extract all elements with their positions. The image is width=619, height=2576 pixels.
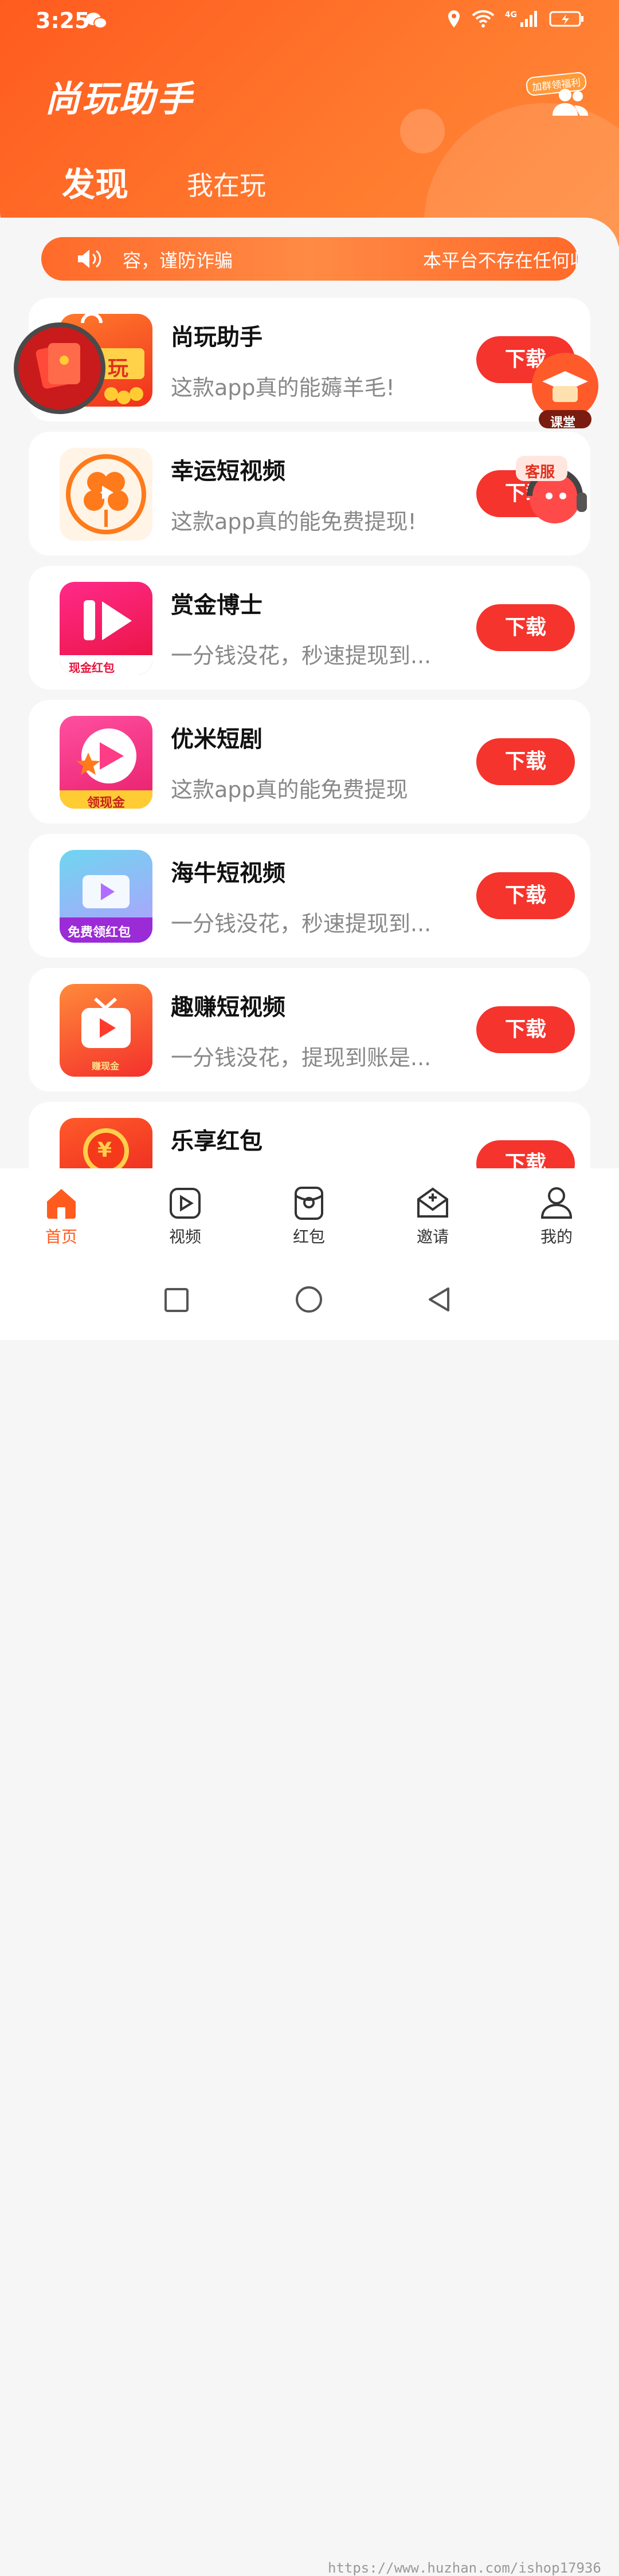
app-icon-label: 现金红包 <box>69 661 115 675</box>
download-button[interactable]: 下载 <box>476 738 575 785</box>
app-icon-youmi: 领现金 <box>60 716 152 809</box>
tab-invite-label: 邀请 <box>416 1227 449 1246</box>
invite-icon <box>417 1187 448 1218</box>
speaker-icon <box>78 250 101 268</box>
download-button[interactable]: 下载 <box>476 604 575 651</box>
app-desc: 一分钱没花，提现到账是... <box>171 1045 432 1070</box>
network-label: 4G <box>504 10 517 19</box>
app-desc: 这款app真的能薅羊毛! <box>171 375 395 400</box>
classroom-label: 课堂 <box>550 416 576 430</box>
tab-home-label: 首页 <box>45 1227 77 1246</box>
download-button[interactable]: 下载 <box>476 872 575 919</box>
app-icon-label: 赚现金 <box>92 1061 120 1072</box>
app-name: 赏金博士 <box>171 592 263 619</box>
app-icon-quzhuan: 赚现金 <box>60 984 152 1077</box>
tab-invite[interactable]: 邀请 <box>390 1185 476 1247</box>
back-nav-icon[interactable] <box>426 1286 452 1313</box>
watermark-text: https://www.huzhan.com/ishop17936 <box>328 2560 601 2576</box>
app-icon-hainiu: 免费领红包 <box>60 850 152 943</box>
notice-text-right: 本平台不存在任何收 <box>423 250 578 271</box>
decor-circle-small <box>400 109 445 153</box>
download-button[interactable]: 下载 <box>476 1006 575 1053</box>
app-icon-shangjin: 现金红包 <box>60 582 152 675</box>
wifi-icon <box>472 10 495 27</box>
tab-video[interactable]: 视频 <box>142 1185 228 1247</box>
video-icon <box>170 1188 201 1219</box>
notice-text-left: 容，谨防诈骗 <box>123 250 233 271</box>
tab-home[interactable]: 首页 <box>18 1185 104 1247</box>
floating-customer-service[interactable]: 客服 <box>509 452 606 533</box>
floating-classroom[interactable]: 课堂 <box>525 350 605 431</box>
tab-red-packet[interactable]: 红包 <box>266 1185 352 1247</box>
app-desc: 这款app真的能免费提现! <box>171 509 417 534</box>
notice-bar[interactable]: 容，谨防诈骗 本平台不存在任何收 <box>41 237 578 281</box>
service-label: 客服 <box>525 464 555 481</box>
app-card[interactable]: 幸运短视频 这款app真的能免费提现! 下载 <box>29 432 590 556</box>
home-icon <box>47 1189 76 1219</box>
profile-icon <box>540 1187 573 1219</box>
bottom-tab-bar: 首页 视频 红包 邀请 我的 <box>0 1168 619 1260</box>
status-time: 3:25 <box>36 8 90 33</box>
app-card[interactable]: 现金红包 赏金博士 一分钱没花，秒速提现到... 下载 <box>29 566 590 690</box>
tab-video-label: 视频 <box>169 1227 201 1246</box>
red-packet-icon <box>295 1187 323 1220</box>
wechat-icon <box>86 13 107 29</box>
tab-red-packet-label: 红包 <box>292 1227 325 1246</box>
status-bar: 3:25 4G <box>0 0 619 40</box>
floating-red-packet[interactable] <box>14 322 105 414</box>
app-name: 优米短剧 <box>171 726 263 753</box>
app-desc: 一分钱没花，秒速提现到... <box>171 911 432 936</box>
home-nav-icon[interactable] <box>295 1285 323 1314</box>
group-icon[interactable] <box>549 86 590 118</box>
signal-icon <box>520 11 537 27</box>
app-brand-title: 尚玩助手 <box>45 78 194 120</box>
header: 3:25 4G 尚玩助手 加群领福利 发现 我在玩 <box>0 0 619 246</box>
app-icon-xingyun <box>60 448 152 541</box>
app-icon-label: 玩 <box>108 357 129 380</box>
tab-profile-label: 我的 <box>540 1227 573 1246</box>
app-icon-label: 免费领红包 <box>68 925 131 940</box>
app-name: 尚玩助手 <box>171 324 263 350</box>
app-desc: 一分钱没花，秒速提现到... <box>171 643 432 668</box>
app-card[interactable]: 赚现金 趣赚短视频 一分钱没花，提现到账是... 下载 <box>29 968 590 1092</box>
app-name: 幸运短视频 <box>171 458 285 485</box>
app-card[interactable]: 玩 尚玩助手 这款app真的能薅羊毛! 下载 <box>29 298 590 422</box>
tab-profile[interactable]: 我的 <box>514 1185 600 1247</box>
app-name: 乐享红包 <box>171 1128 263 1155</box>
battery-icon <box>549 11 583 27</box>
app-card[interactable]: 免费领红包 海牛短视频 一分钱没花，秒速提现到... 下载 <box>29 834 590 958</box>
status-icons: 4G <box>446 9 585 29</box>
recents-nav-icon[interactable] <box>164 1287 189 1313</box>
system-nav-bar: https://www.huzhan.com/ishop17936 <box>0 1260 619 2576</box>
app-desc: 这款app真的能免费提现 <box>171 777 408 802</box>
app-card[interactable]: 领现金 优米短剧 这款app真的能免费提现 下载 <box>29 700 590 824</box>
tab-playing[interactable]: 我在玩 <box>187 165 266 203</box>
tab-discover[interactable]: 发现 <box>62 157 128 206</box>
app-name: 海牛短视频 <box>171 860 285 887</box>
app-name: 趣赚短视频 <box>171 994 285 1021</box>
app-icon-label: 领现金 <box>87 796 126 809</box>
location-icon <box>448 10 460 27</box>
app-icon-label: ¥ <box>97 1139 112 1162</box>
